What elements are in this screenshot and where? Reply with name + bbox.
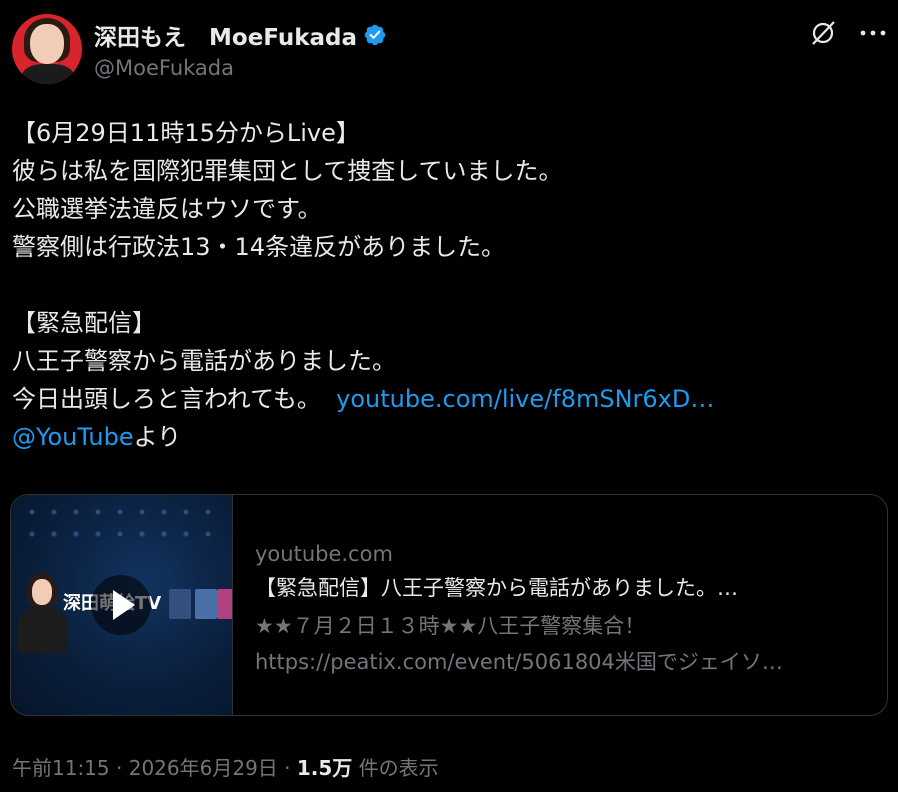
tweet: 深田もえ MoeFukada @MoeFukada 【6月29日11時15分から…	[0, 0, 898, 792]
card-thumbnail[interactable]: 深田萌絵TV	[11, 495, 233, 715]
tweet-date[interactable]: 2026年6月29日	[129, 756, 278, 780]
card-title: 【緊急配信】八王子警察から電話がありました。…	[255, 576, 738, 600]
link-card[interactable]: 深田萌絵TV youtube.com 【緊急配信】八王子警察から電話がありました…	[10, 494, 888, 716]
tweet-line-with-link: 今日出頭しろと言われても。 youtube.com/live/f8mSNr6xD…	[12, 380, 882, 418]
more-icon[interactable]	[858, 20, 888, 46]
tweet-line: 公職選挙法違反はウソです。	[12, 195, 322, 223]
author-name-row: 深田もえ MoeFukada	[94, 18, 387, 52]
tweet-line: 彼らは私を国際犯罪集団として捜査していました。	[12, 157, 563, 185]
tweet-meta: 午前11:15 · 2026年6月29日 · 1.5万 件の表示	[12, 752, 439, 782]
grok-icon[interactable]	[808, 18, 838, 48]
mention-link[interactable]: @YouTube	[12, 423, 134, 451]
meta-separator: ·	[284, 756, 291, 780]
card-info: youtube.com 【緊急配信】八王子警察から電話がありました。… ★★７月…	[233, 495, 887, 715]
card-description-line: https://peatix.com/event/5061804米国でジェイソ…	[255, 650, 783, 674]
view-count: 1.5万	[296, 756, 353, 780]
tweet-line: 警察側は行政法13・14条違反がありました。	[12, 233, 506, 261]
display-name[interactable]: 深田もえ MoeFukada	[94, 18, 357, 52]
verified-badge-icon	[364, 24, 386, 46]
view-label: 件の表示	[358, 756, 439, 780]
tweet-text: 【6月29日11時15分からLive】 彼らは私を国際犯罪集団として捜査していま…	[12, 114, 882, 456]
tweet-line-text: 今日出頭しろと言われても。	[12, 385, 321, 413]
tweet-line: 【緊急配信】	[12, 309, 156, 337]
tweet-time[interactable]: 午前11:15	[12, 756, 110, 780]
tweet-line: 八王子警察から電話がありました。	[12, 347, 396, 375]
meta-separator: ·	[116, 756, 123, 780]
play-icon[interactable]	[91, 575, 151, 635]
youtube-live-link[interactable]: youtube.com/live/f8mSNr6xD…	[336, 385, 714, 413]
card-description-line: ★★７月２日１３時★★八王子警察集合！	[255, 614, 646, 638]
mention-suffix: より	[133, 423, 182, 451]
tweet-line: 【6月29日11時15分からLive】	[12, 119, 360, 147]
avatar[interactable]	[12, 14, 82, 84]
author-handle[interactable]: @MoeFukada	[94, 56, 234, 80]
card-domain: youtube.com	[255, 542, 393, 566]
tweet-line-mention: @YouTubeより	[12, 418, 882, 456]
